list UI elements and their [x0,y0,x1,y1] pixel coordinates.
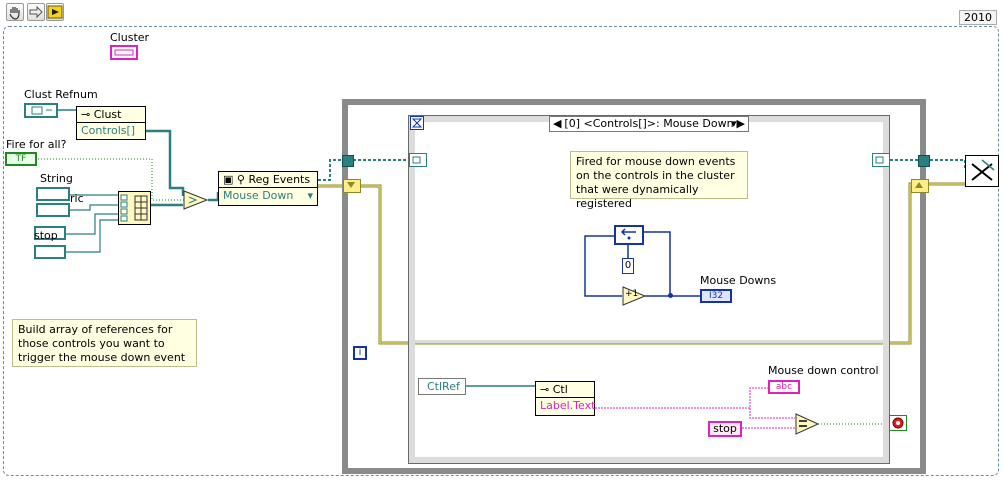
dynamic-events-terminal-right [872,153,890,167]
event-case-selector[interactable]: ◀ [0] <Controls[]>: Mouse Down ▾▶ [549,116,749,132]
fire-for-all-label: Fire for all? [6,138,67,151]
dynamic-events-terminal-left [409,153,427,167]
iteration-terminal: i [353,346,367,360]
clust-node-item: Controls[] [81,124,136,137]
increment-label: +1 [625,289,639,299]
stop-condition-terminal[interactable] [889,415,907,431]
string-refnum-terminal[interactable] [36,187,70,201]
event-case-label: [0] <Controls[]>: Mouse Down [564,117,734,130]
stop-small-label: stop [34,229,58,242]
property-node-icon-2: ⊸ [540,383,553,396]
equal-compare-node[interactable] [795,413,820,435]
property-node-icon: ⊸ [81,108,94,121]
select-node[interactable] [183,190,209,210]
build-array-comment: Build array of references for those cont… [12,319,197,367]
unregister-events-node[interactable] [965,155,999,187]
event-data-divider [415,340,883,343]
extra-refnum-terminal[interactable] [34,245,66,259]
dropdown-arrow-icon[interactable]: ▾ [307,188,313,204]
fired-for-comment: Fired for mouse down events on the contr… [570,151,748,210]
clust-refnum-terminal[interactable] [24,103,58,118]
mouse-downs-indicator[interactable]: I32 [700,289,732,303]
ctl-node-item: Label.Text [540,399,596,412]
increment-node[interactable]: +1 [622,286,647,306]
numeric-label: ric [70,192,84,205]
next-case-icon[interactable]: ▾▶ [731,117,745,131]
reg-events-node[interactable]: ▣ ⚲ Reg Events Mouse Down ▾ [218,171,318,206]
clust-property-node[interactable]: ⊸ Clust Controls[] [76,106,146,140]
numeric-refnum-terminal[interactable] [36,203,70,217]
wire-junction-dot [668,293,673,298]
ctlref-event-data[interactable]: CtlRef [418,378,466,395]
shift-register-left [343,179,361,193]
ctl-node-title: Ctl [552,383,568,396]
clust-refnum-label: Clust Refnum [24,88,98,101]
loop-tunnel-refnum-out [918,155,930,167]
ctl-property-node[interactable]: ⊸ Ctl Label.Text [535,381,595,416]
prev-case-icon[interactable]: ◀ [553,117,561,131]
stop-string-constant[interactable]: stop [708,421,742,437]
reg-events-title: Reg Events [248,173,311,186]
build-array-node[interactable] [118,191,151,225]
zero-constant[interactable]: 0 [622,258,634,274]
mouse-downs-label: Mouse Downs [700,274,777,287]
loop-tunnel-refnum-in [342,155,354,167]
reg-events-item: Mouse Down [223,189,294,202]
cluster-terminal[interactable] [110,45,138,60]
cluster-label: Cluster [110,31,150,44]
mouse-down-control-indicator[interactable]: abc [768,380,800,394]
clust-node-title: Clust [93,108,122,121]
shift-register-right [911,179,929,193]
register-icon: ▣ ⚲ [223,173,249,186]
fire-for-all-terminal[interactable]: TF [5,152,37,166]
string-label: String [40,172,73,185]
mouse-down-control-label: Mouse down control [768,364,879,377]
timeout-terminal-icon [410,116,424,130]
feedback-node[interactable] [614,225,644,245]
